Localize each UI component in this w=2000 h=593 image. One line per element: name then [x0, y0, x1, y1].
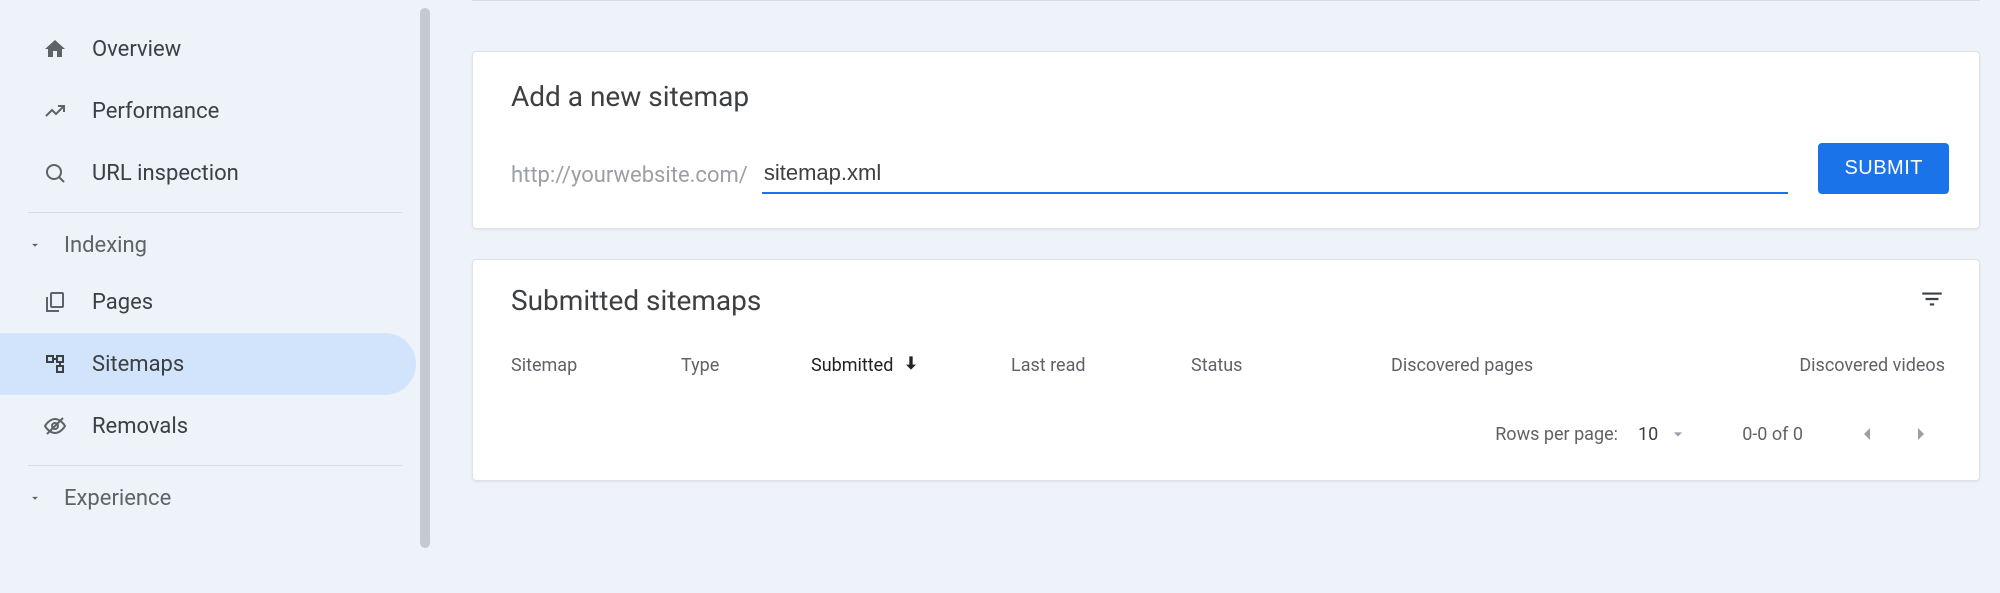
sidebar-section-indexing[interactable]: Indexing [0, 219, 430, 271]
column-header-last-read[interactable]: Last read [1011, 353, 1191, 378]
column-header-discovered-pages[interactable]: Discovered pages [1391, 353, 1611, 378]
submitted-sitemaps-card: Submitted sitemaps Sitemap Type Submitte… [472, 259, 1980, 481]
add-sitemap-card: Add a new sitemap http://yourwebsite.com… [472, 51, 1980, 229]
column-header-submitted[interactable]: Submitted [811, 353, 1011, 378]
sidebar-item-pages[interactable]: Pages [0, 271, 416, 333]
caret-down-icon [28, 490, 44, 506]
submit-button[interactable]: SUBMIT [1818, 143, 1949, 194]
sitemap-icon [42, 351, 68, 377]
url-prefix: http://yourwebsite.com/ [511, 163, 748, 194]
add-sitemap-title: Add a new sitemap [511, 80, 1949, 113]
sidebar: Overview Performance URL inspection Inde… [0, 0, 430, 593]
top-divider [472, 0, 1980, 1]
add-sitemap-row: http://yourwebsite.com/ SUBMIT [511, 143, 1949, 194]
sort-down-icon [901, 353, 921, 378]
sitemap-input[interactable] [762, 156, 1789, 194]
caret-down-icon [28, 237, 44, 253]
sidebar-item-overview[interactable]: Overview [0, 18, 416, 80]
column-header-status[interactable]: Status [1191, 353, 1391, 378]
sidebar-item-label: Performance [92, 99, 219, 124]
sidebar-item-removals[interactable]: Removals [0, 395, 416, 457]
pagination-range: 0-0 of 0 [1742, 424, 1803, 445]
rows-per-page-select[interactable]: 10 [1638, 424, 1688, 445]
sidebar-divider [28, 465, 402, 466]
search-icon [42, 160, 68, 186]
column-header-type[interactable]: Type [681, 353, 811, 378]
column-header-sitemap[interactable]: Sitemap [511, 353, 681, 378]
sidebar-item-url-inspection[interactable]: URL inspection [0, 142, 416, 204]
main-content: Add a new sitemap http://yourwebsite.com… [430, 0, 2000, 593]
sidebar-item-label: Removals [92, 414, 188, 439]
sidebar-item-label: Overview [92, 37, 181, 62]
sidebar-section-label: Indexing [64, 233, 147, 258]
scrollbar-thumb[interactable] [420, 8, 430, 548]
next-page-button[interactable] [1901, 414, 1941, 454]
sidebar-section-experience[interactable]: Experience [0, 472, 430, 524]
submitted-title: Submitted sitemaps [511, 284, 761, 317]
trending-up-icon [42, 98, 68, 124]
dropdown-icon [1668, 424, 1688, 444]
rows-per-page-value: 10 [1638, 424, 1658, 445]
table-header: Sitemap Type Submitted Last read Status … [511, 353, 1945, 388]
previous-page-button[interactable] [1847, 414, 1887, 454]
sidebar-item-sitemaps[interactable]: Sitemaps [0, 333, 416, 395]
pages-icon [42, 289, 68, 315]
column-header-discovered-videos[interactable]: Discovered videos [1611, 353, 1945, 378]
column-label: Submitted [811, 355, 893, 376]
rows-per-page-label: Rows per page: [1495, 424, 1618, 445]
submitted-header: Submitted sitemaps [511, 284, 1945, 317]
pagination: Rows per page: 10 0-0 of 0 [511, 388, 1945, 464]
visibility-off-icon [42, 413, 68, 439]
filter-icon[interactable] [1919, 286, 1945, 316]
sidebar-divider [28, 212, 402, 213]
home-icon [42, 36, 68, 62]
sidebar-item-label: Sitemaps [92, 352, 184, 377]
sidebar-item-performance[interactable]: Performance [0, 80, 416, 142]
sidebar-section-label: Experience [64, 486, 171, 511]
sidebar-item-label: URL inspection [92, 161, 239, 186]
sidebar-item-label: Pages [92, 290, 153, 315]
